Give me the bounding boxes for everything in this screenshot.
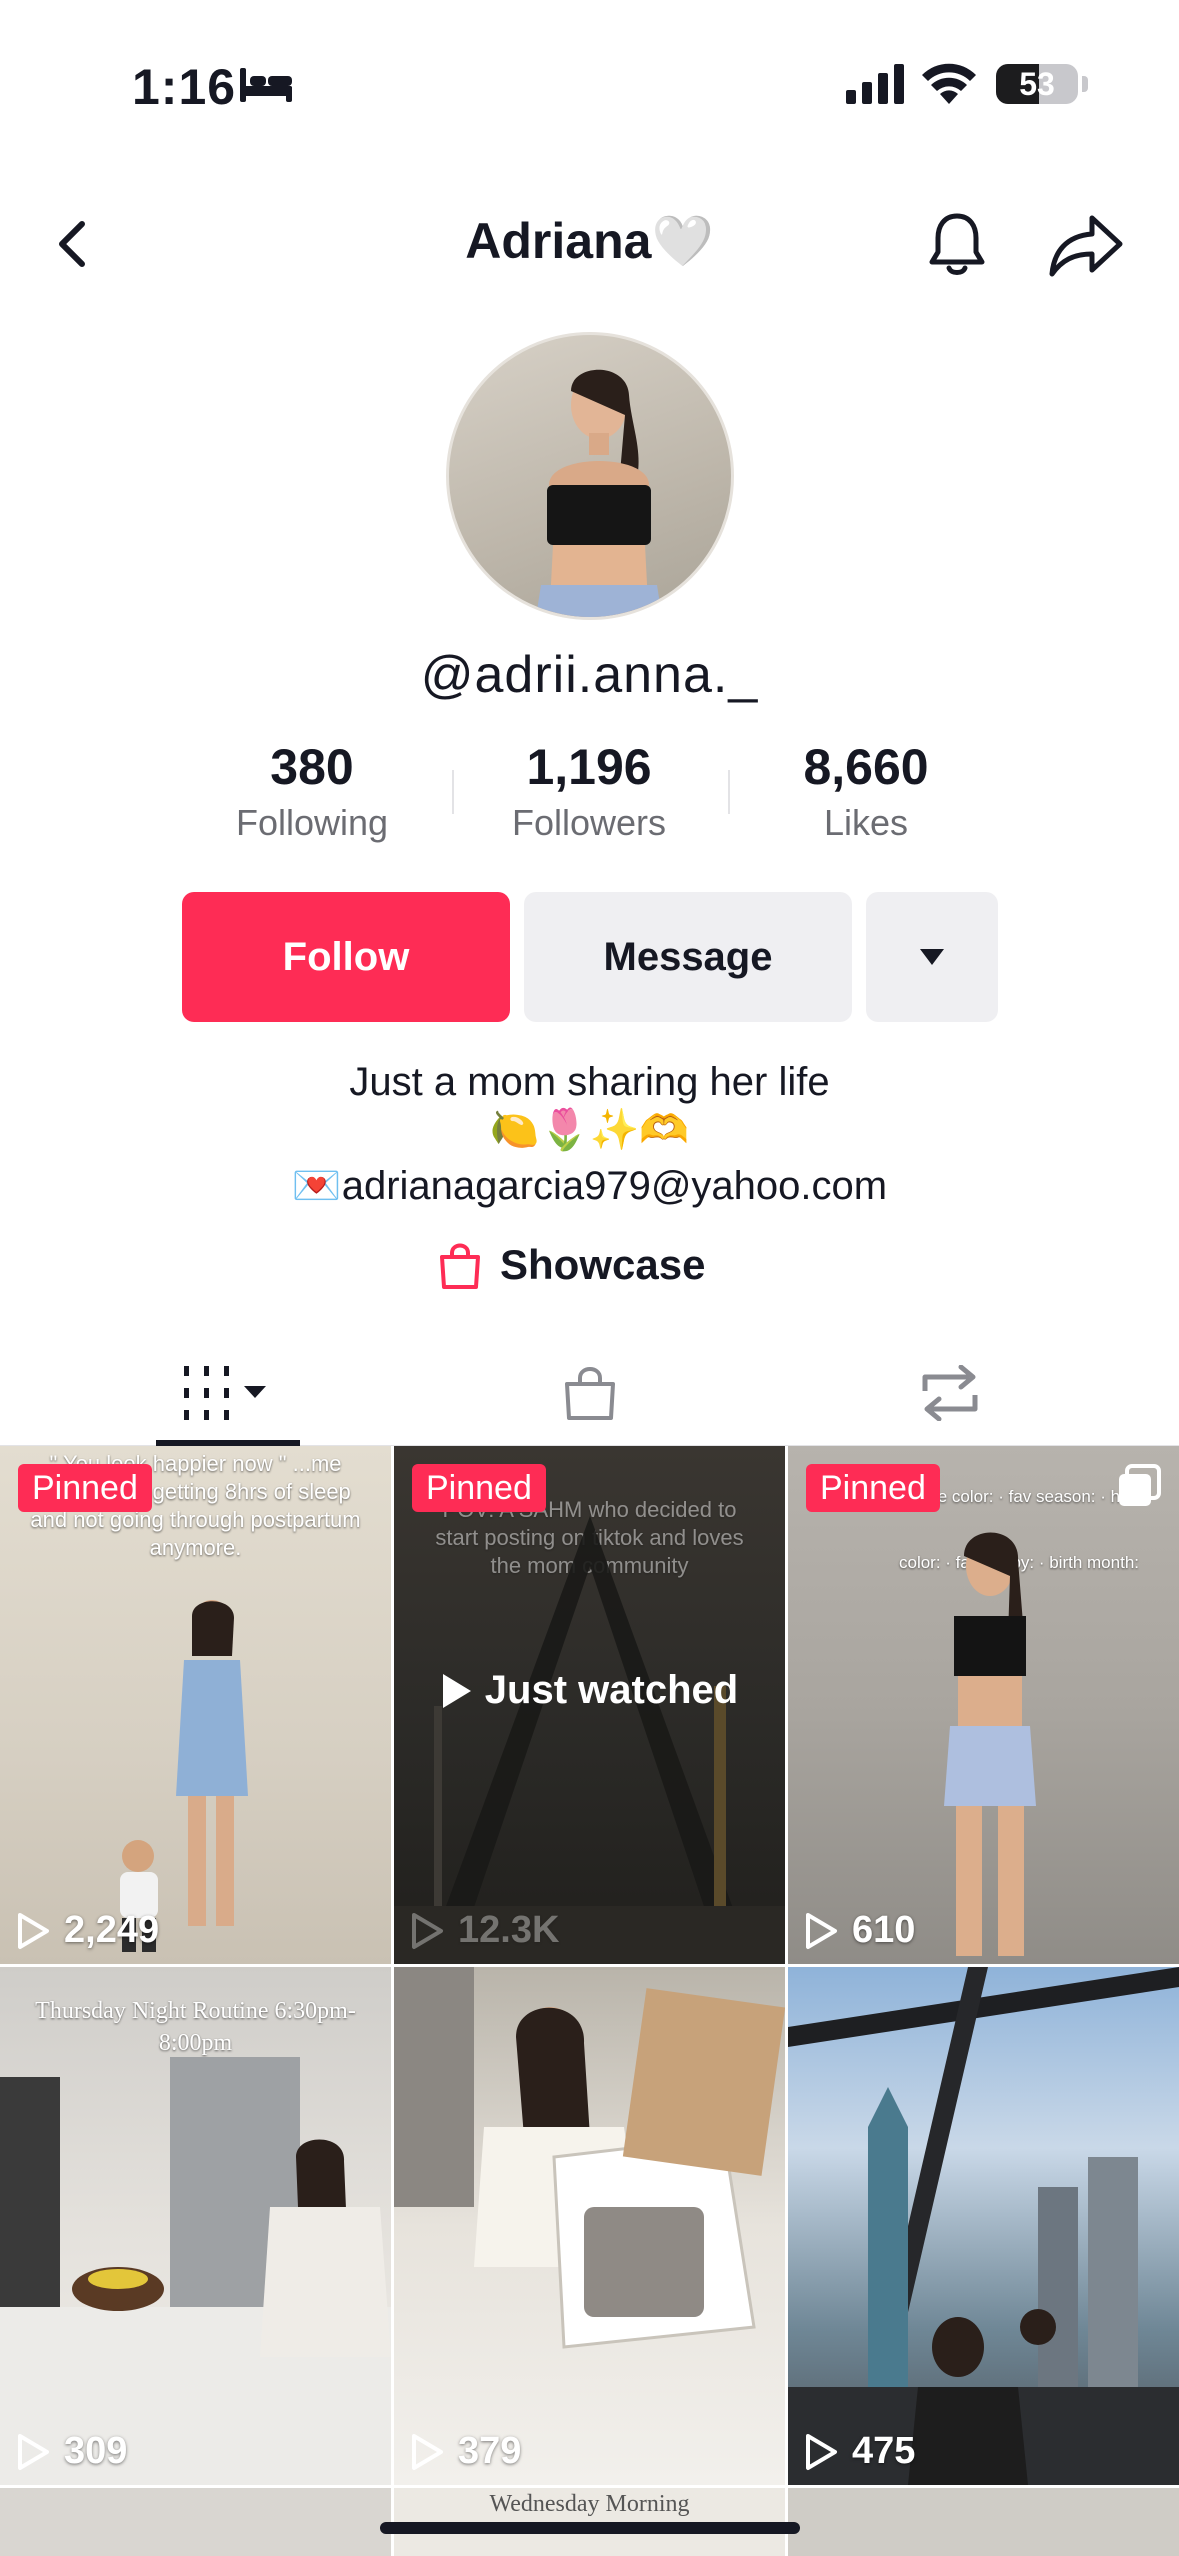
view-count-value: 475 [852,2430,916,2472]
showcase-link[interactable]: Showcase [438,1237,705,1293]
view-count-value: 12.3K [458,1909,560,1951]
stat-likes[interactable]: 8,660 Likes [736,738,996,844]
bio-email: 💌adrianagarcia979@yahoo.com [291,1164,888,1208]
play-outline-icon [806,2433,837,2470]
video-grid: " You look happier now " ...me from fina… [0,1446,1179,2556]
wifi-icon [922,63,976,104]
window-scene [788,1967,1179,2485]
view-count-value: 2,249 [64,1909,160,1951]
followers-label: Followers [511,802,667,843]
just-watched-label: Just watched [394,1668,785,1713]
shopping-bag-icon [440,1243,480,1289]
battery-icon: 53 [996,64,1078,104]
stat-followers[interactable]: 1,196 Followers [459,738,719,844]
stat-divider [728,770,730,814]
play-outline-icon [806,1912,837,1949]
sleep-focus-icon [240,68,292,102]
home-indicator[interactable] [380,2522,800,2534]
repost-icon [922,1365,978,1421]
likes-label: Likes [823,802,909,843]
profile-tabs [0,1340,1179,1446]
multi-video-icon [1119,1464,1161,1506]
following-count: 380 [270,739,354,795]
profile-header: Adriana🤍 [0,190,1179,300]
playground-scene [394,1516,785,1964]
video-grid-icon [184,1366,266,1420]
pinned-badge: Pinned [412,1464,546,1512]
followers-count: 1,196 [526,739,652,795]
suggested-accounts-button[interactable] [866,892,998,1022]
view-count-value: 379 [458,2430,522,2472]
view-count: 2,249 [16,1909,159,1952]
video-caption: Wednesday Morning [489,2491,690,2517]
cellular-signal-icon [846,64,904,104]
kitchen-scene [0,2057,391,2485]
view-count: 379 [410,2430,521,2473]
battery-percentage: 53 [1019,66,1055,102]
showcase-label: Showcase [500,1241,706,1288]
status-time: 1:16 [132,59,237,115]
status-bar: 1:16 53 [0,0,1179,150]
play-outline-icon [412,1912,443,1949]
battery-tip [1082,76,1088,92]
play-outline-icon [18,2433,49,2470]
video-thumbnail[interactable] [0,2488,391,2556]
video-caption: Thursday Night Routine 6:30pm-8:00pm [35,1998,356,2056]
stat-following[interactable]: 380 Following [182,738,442,844]
likes-count: 8,660 [803,739,929,795]
view-count: 475 [804,2430,915,2473]
view-count-value: 610 [852,1909,916,1951]
message-button[interactable]: Message [524,892,852,1022]
bio-text: Just a mom sharing her life [349,1060,830,1104]
video-thumbnail[interactable]: 379 [394,1967,785,2485]
view-count: 12.3K [410,1909,559,1952]
caret-down-icon [920,949,944,965]
video-thumbnail[interactable]: eye color: · fav season: · hair color: ·… [788,1446,1179,1964]
pinned-badge: Pinned [806,1464,940,1512]
follow-button[interactable]: Follow [182,892,510,1022]
tab-shop[interactable] [540,1340,640,1446]
notification-bell-icon[interactable] [920,208,994,282]
play-icon [442,1673,471,1708]
stat-divider [452,770,454,814]
username: @adrii.anna._ [420,646,759,704]
video-thumbnail[interactable] [788,2488,1179,2556]
just-watched-text: Just watched [484,1668,739,1712]
avatar-photo [535,369,663,617]
video-person [944,1532,1036,1956]
play-outline-icon [412,2433,443,2470]
view-count-value: 309 [64,2430,128,2472]
video-thumbnail[interactable]: " You look happier now " ...me from fina… [0,1446,391,1964]
box-scene [394,1967,785,2349]
video-thumbnail[interactable]: POV: A SAHM who decided to start posting… [394,1446,785,1964]
page-title: Adriana🤍 [465,213,714,269]
video-thumbnail[interactable]: Thursday Night Routine 6:30pm-8:00pm 309 [0,1967,391,2485]
following-label: Following [235,802,389,843]
view-count: 309 [16,2430,127,2473]
share-arrow-icon[interactable] [1046,210,1126,280]
profile-avatar[interactable] [446,332,734,620]
pinned-badge: Pinned [18,1464,152,1512]
tab-videos[interactable] [156,1340,300,1446]
tab-reposts[interactable] [900,1340,1000,1446]
shopping-bag-icon [565,1367,615,1420]
bio-emojis: 🍋🌷✨🫶 [489,1108,690,1152]
view-count: 610 [804,1909,915,1952]
video-thumbnail[interactable]: 475 [788,1967,1179,2485]
play-outline-icon [18,1912,49,1949]
